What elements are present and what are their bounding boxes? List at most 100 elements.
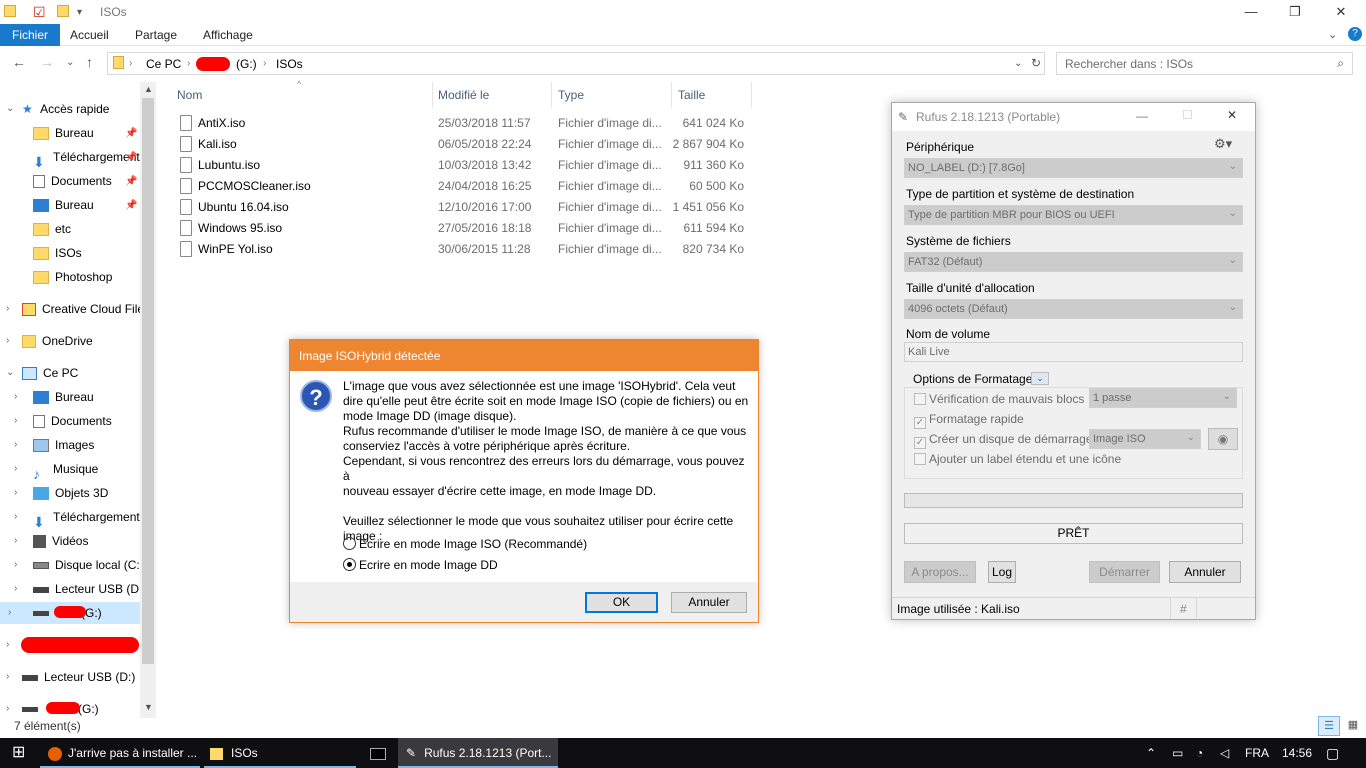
chevron-right-icon[interactable]: › [6, 698, 9, 718]
chevron-down-icon[interactable]: ⌄ [6, 362, 14, 384]
nav-item-documents[interactable]: Documents [33, 170, 112, 192]
format-options-toggle-icon[interactable]: ⌄ [1031, 372, 1049, 385]
chevron-right-icon[interactable]: › [14, 554, 17, 576]
column-divider[interactable] [751, 82, 752, 108]
nav-pc-disk-c[interactable]: › Disque local (C:) [14, 554, 144, 576]
volume-name-input[interactable]: Kali Live [904, 342, 1243, 362]
breadcrumb-folder[interactable]: ISOs [276, 57, 303, 71]
file-row[interactable]: Ubuntu 16.04.iso 12/10/2016 17:00 Fichier … [176, 197, 756, 218]
start-button[interactable]: Démarrer [1089, 561, 1160, 583]
chevron-right-icon[interactable]: › [6, 666, 9, 688]
nav-pc-images[interactable]: › Images [14, 434, 94, 456]
language-globe-icon[interactable]: ⚙▾ [1214, 136, 1232, 152]
volume-icon[interactable]: ◁ [1220, 738, 1229, 768]
forward-arrow-icon[interactable]: → [40, 54, 54, 70]
tab-affichage[interactable]: Affichage [191, 24, 265, 46]
nav-creative-cloud[interactable]: › Creative Cloud Files [6, 298, 150, 320]
close-button[interactable]: ✕ [1227, 108, 1237, 122]
address-bar[interactable]: › Ce PC › (G:) › ISOs ⌄ ↻ [107, 52, 1045, 75]
clock[interactable]: 14:56 [1282, 738, 1312, 768]
nav-pc-videos[interactable]: › Vidéos [14, 530, 88, 552]
chevron-down-icon[interactable]: ⌄ [6, 98, 14, 120]
close-button[interactable]: ✕ [1318, 0, 1364, 24]
address-dropdown-icon[interactable]: ⌄ [1014, 58, 1022, 69]
about-button[interactable]: A propos... [904, 561, 976, 583]
file-row[interactable]: WinPE Yol.iso 30/06/2015 11:28 Fichier d'i… [176, 239, 756, 260]
chevron-right-icon[interactable]: › [14, 506, 17, 528]
file-row[interactable]: Windows 95.iso 27/05/2016 18:18 Fichier d'… [176, 218, 756, 239]
checkbox[interactable] [914, 453, 926, 465]
windows-start-icon[interactable]: ⊞ [12, 738, 25, 768]
nav-this-pc[interactable]: ⌄ Ce PC [6, 362, 78, 384]
hash-button[interactable]: # [1180, 602, 1187, 616]
taskbar-explorer[interactable]: ISOs [204, 738, 356, 768]
disk-image-icon[interactable]: ◉ [1208, 428, 1238, 450]
device-select[interactable]: NO_LABEL (D:) [7.8Go] ⌄ [904, 158, 1243, 178]
radio-button[interactable] [343, 558, 356, 571]
checkbox[interactable] [914, 393, 926, 405]
column-header-modified[interactable]: Modifié le [438, 87, 489, 107]
back-arrow-icon[interactable]: ← [12, 54, 26, 70]
column-divider[interactable] [671, 82, 672, 108]
column-divider[interactable] [551, 82, 552, 108]
nav-item-bureau[interactable]: Bureau [33, 122, 94, 144]
chevron-right-icon[interactable]: › [14, 386, 17, 408]
nav-item-bureau-2[interactable]: Bureau [33, 194, 94, 216]
file-row[interactable]: AntiX.iso 25/03/2018 11:57 Fichier d'image… [176, 113, 756, 134]
passes-select[interactable]: 1 passe ⌄ [1089, 388, 1237, 408]
breadcrumb-this-pc[interactable]: Ce PC [146, 57, 181, 71]
quick-access-dropdown-icon[interactable]: ▾ [77, 7, 82, 18]
nav-onedrive[interactable]: › OneDrive [6, 330, 93, 352]
language-indicator[interactable]: FRA [1245, 738, 1269, 768]
battery-icon[interactable]: ▭ [1172, 738, 1183, 768]
chevron-right-icon[interactable]: › [14, 410, 17, 432]
refresh-icon[interactable]: ↻ [1031, 56, 1041, 70]
partition-select[interactable]: Type de partition MBR pour BIOS ou UEFI ⌄ [904, 205, 1243, 225]
radio-iso-mode[interactable]: Ecrire en mode Image ISO (Recommandé) [343, 537, 587, 551]
new-folder-icon[interactable] [57, 4, 69, 20]
bad-blocks-checkbox[interactable]: Vérification de mauvais blocs [914, 392, 1084, 406]
chevron-right-icon[interactable]: › [14, 434, 17, 456]
recent-locations-icon[interactable]: ⌄ [66, 57, 74, 68]
taskbar-cmd[interactable] [360, 738, 396, 768]
tab-partage[interactable]: Partage [123, 24, 189, 46]
extended-label-checkbox[interactable]: Ajouter un label étendu et une icône [914, 452, 1121, 466]
large-icons-view-icon[interactable]: ▦ [1343, 716, 1363, 736]
nav-item-photoshop[interactable]: Photoshop [33, 266, 112, 288]
nav-pc-usb-d[interactable]: › Lecteur USB (D:) [14, 578, 146, 600]
chevron-right-icon[interactable]: › [14, 458, 17, 480]
breadcrumb-drive[interactable]: (G:) [236, 57, 257, 71]
nav-item-isos[interactable]: ISOs [33, 242, 82, 264]
chevron-right-icon[interactable]: › [6, 330, 9, 352]
file-row[interactable]: Lubuntu.iso 10/03/2018 13:42 Fichier d'ima… [176, 155, 756, 176]
taskbar-rufus[interactable]: ✎ Rufus 2.18.1213 (Port... [398, 738, 558, 768]
boot-type-select[interactable]: Image ISO ⌄ [1089, 429, 1201, 449]
expand-ribbon-icon[interactable]: ⌄ [1328, 28, 1337, 41]
radio-dd-mode[interactable]: Ecrire en mode Image DD [343, 558, 498, 572]
scroll-down-icon[interactable]: ▼ [144, 702, 153, 712]
up-arrow-icon[interactable]: ↑ [86, 54, 93, 70]
file-row[interactable]: PCCMOSCleaner.iso 24/04/2018 16:25 Fichier… [176, 176, 756, 197]
column-header-size[interactable]: Taille [678, 87, 705, 107]
chevron-right-icon[interactable]: › [6, 298, 9, 320]
tab-accueil[interactable]: Accueil [58, 24, 121, 46]
tray-chevron-up-icon[interactable]: ⌃ [1146, 738, 1156, 768]
nav-pc-objets-3d[interactable]: › Objets 3D [14, 482, 108, 504]
details-view-icon[interactable]: ☰ [1318, 716, 1340, 736]
chevron-right-icon[interactable]: › [14, 578, 17, 600]
taskbar-firefox[interactable]: J'arrive pas à installer ... [40, 738, 200, 768]
log-button[interactable]: Log [988, 561, 1016, 583]
cancel-button[interactable]: Annuler [671, 592, 747, 613]
chevron-right-icon[interactable]: › [6, 634, 9, 656]
nav-quick-access[interactable]: ⌄ ★ Accès rapide [6, 98, 109, 120]
column-header-type[interactable]: Type [558, 87, 584, 107]
tab-fichier[interactable]: Fichier [0, 24, 61, 46]
checkmark-icon[interactable]: ✓ [914, 417, 926, 429]
file-row[interactable]: Kali.iso 06/05/2018 22:24 Fichier d'image … [176, 134, 756, 155]
nav-pc-documents[interactable]: › Documents [14, 410, 112, 432]
chevron-right-icon[interactable]: › [8, 602, 11, 624]
close-rufus-button[interactable]: Annuler [1169, 561, 1241, 583]
action-center-icon[interactable]: ▢ [1326, 738, 1339, 768]
properties-icon[interactable]: ☑ [33, 4, 46, 21]
quick-format-checkbox[interactable]: ✓ Formatage rapide [914, 412, 1024, 429]
